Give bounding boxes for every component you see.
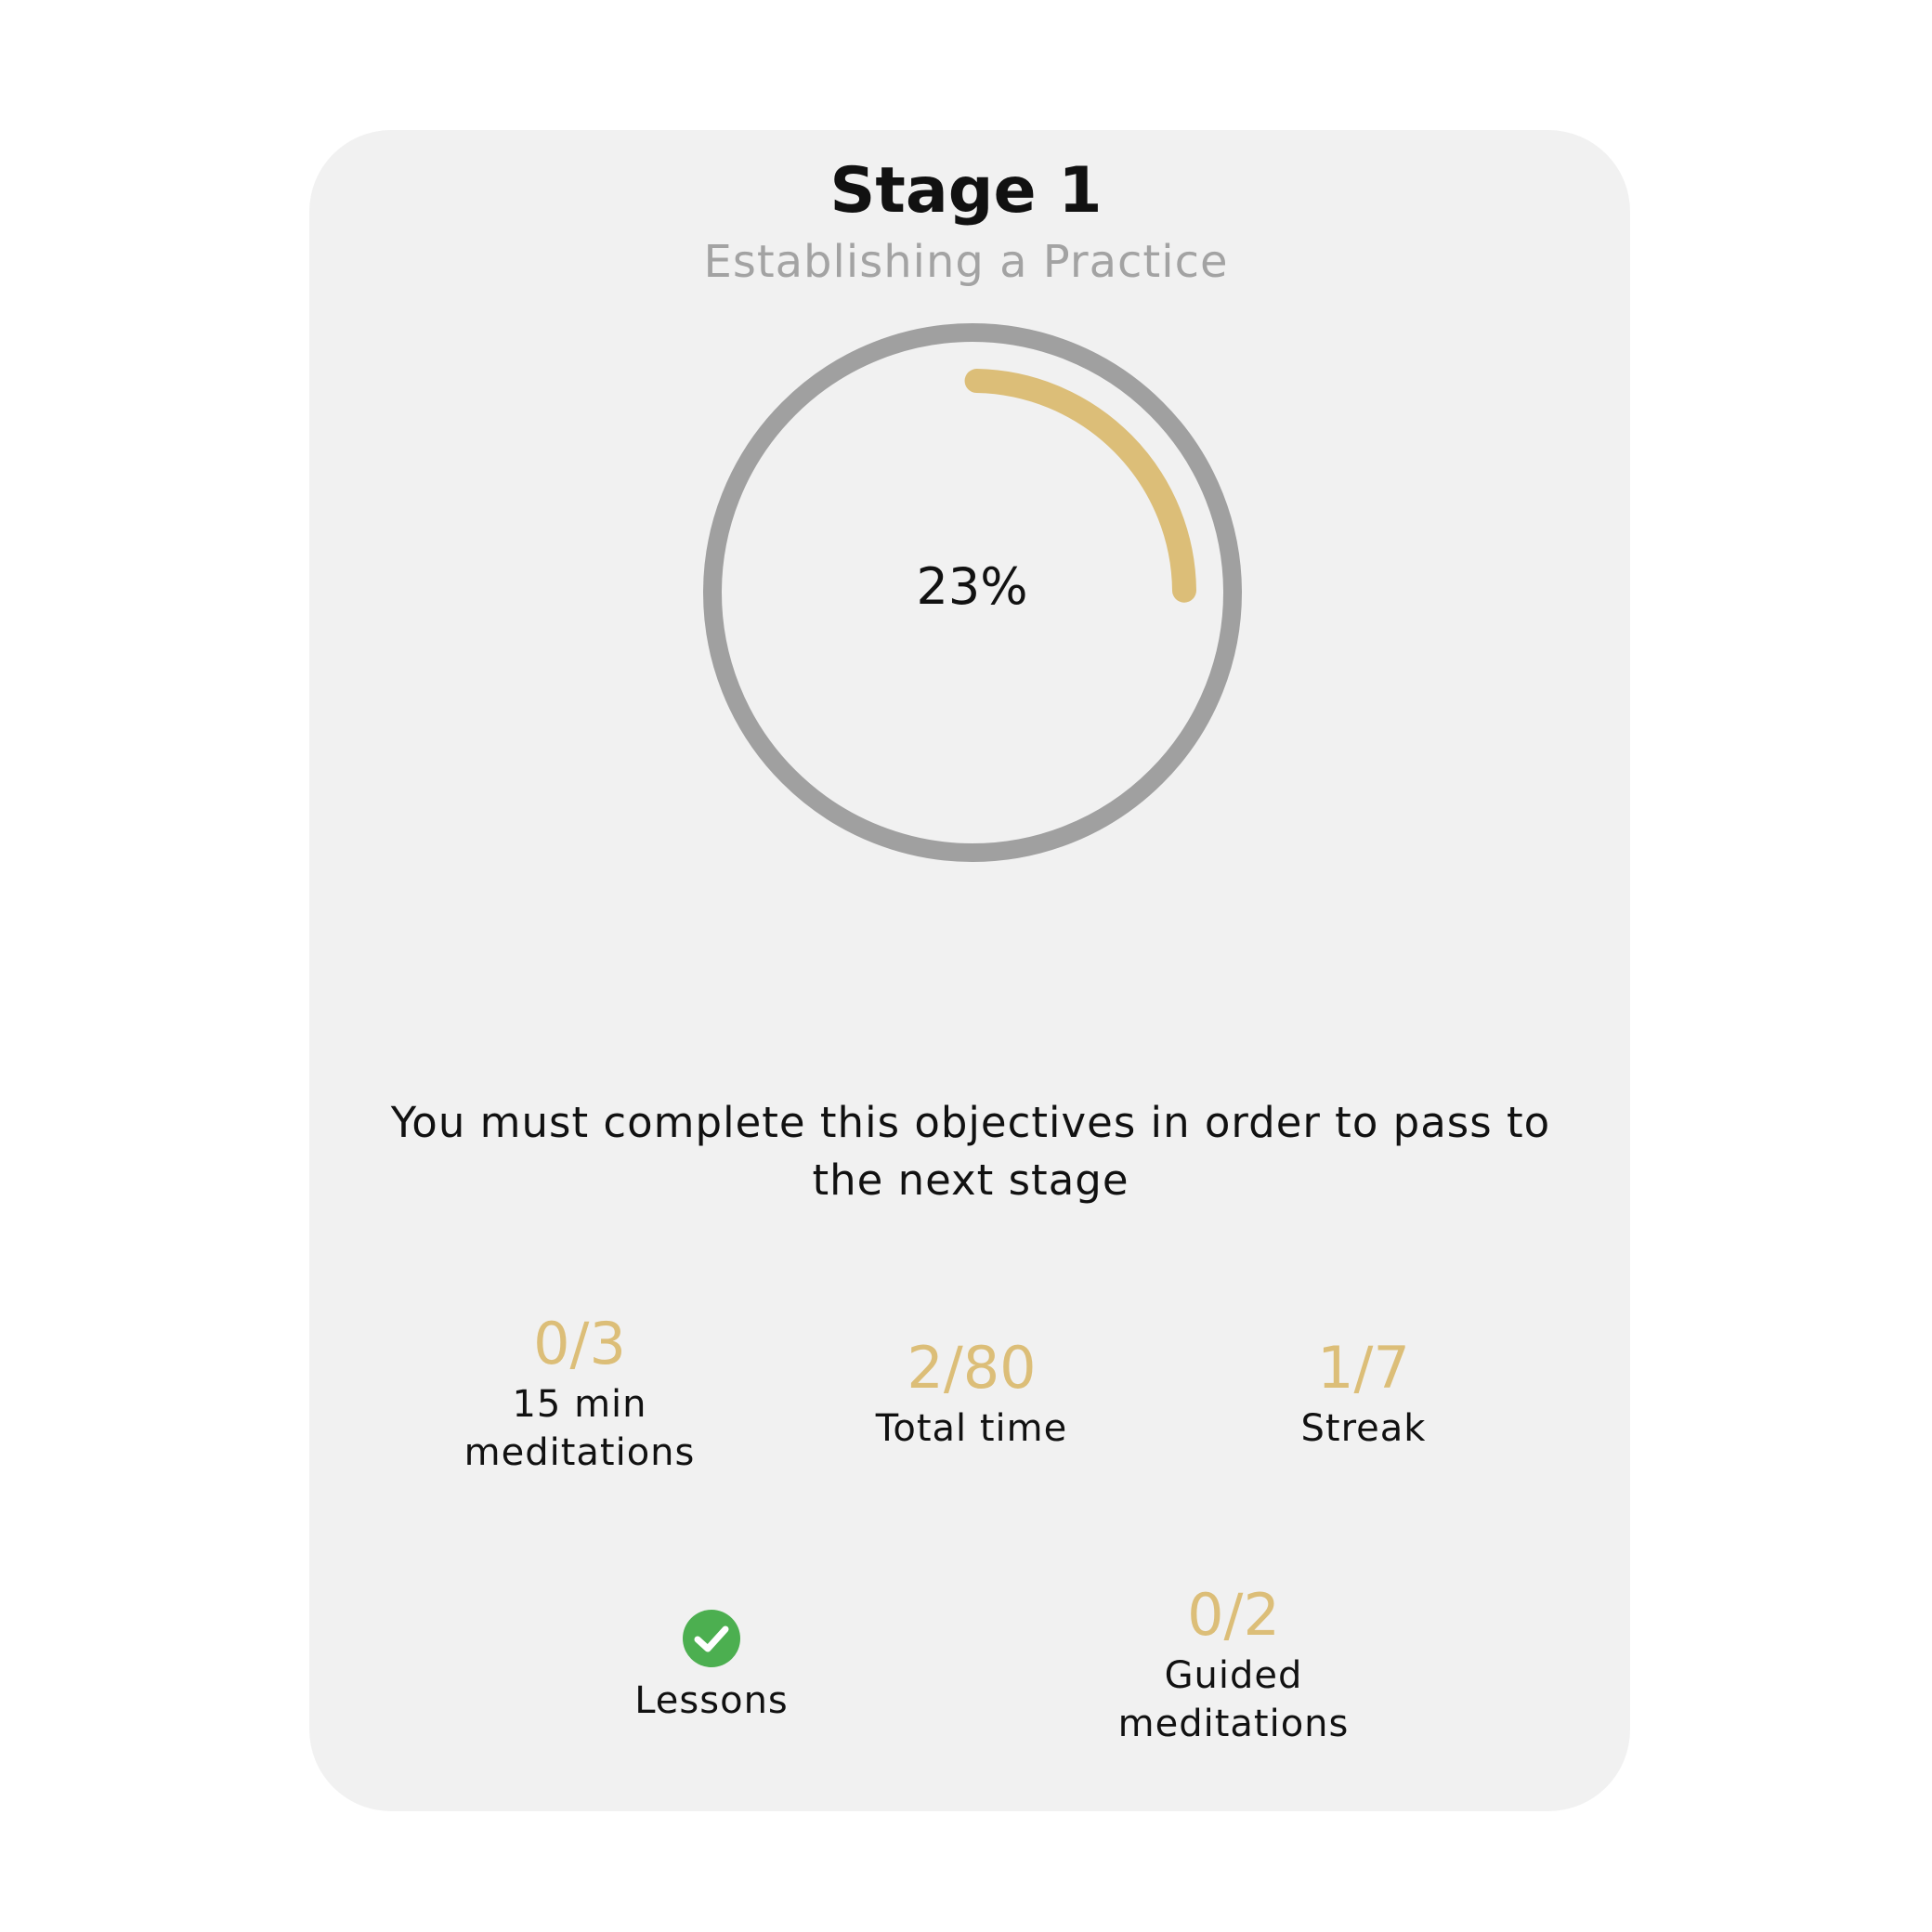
objective-count: 1/7 [1317, 1334, 1410, 1402]
objective-total-time: 2/80 Total time [832, 1332, 1111, 1453]
objective-label-line1: 15 min [512, 1383, 647, 1426]
objective-guided-meditations: 0/2 Guided meditations [1094, 1579, 1373, 1748]
objective-label-line2: meditations [1117, 1703, 1350, 1745]
objective-label-line1: Guided [1164, 1654, 1303, 1697]
objective-label-line2: meditations [463, 1431, 696, 1474]
objective-streak: 1/7 Streak [1224, 1332, 1503, 1453]
progress-percent: 23% [916, 557, 1028, 616]
objective-count: 0/3 [533, 1310, 626, 1377]
objective-label: Streak [1300, 1407, 1427, 1450]
stage-subtitle: Establishing a Practice [703, 236, 1229, 288]
objectives-instructions: You must complete this objectives in ord… [390, 1098, 1551, 1205]
objective-count: 2/80 [907, 1334, 1037, 1402]
objective-label: Total time [875, 1407, 1068, 1450]
objective-15min-meditations: 0/3 15 min meditations [440, 1308, 719, 1477]
objective-count: 0/2 [1187, 1581, 1280, 1649]
stage-title: Stage 1 [829, 154, 1103, 228]
objective-label: Lessons [634, 1679, 789, 1722]
check-circle-icon [683, 1610, 740, 1667]
objective-lessons: Lessons [572, 1610, 851, 1725]
